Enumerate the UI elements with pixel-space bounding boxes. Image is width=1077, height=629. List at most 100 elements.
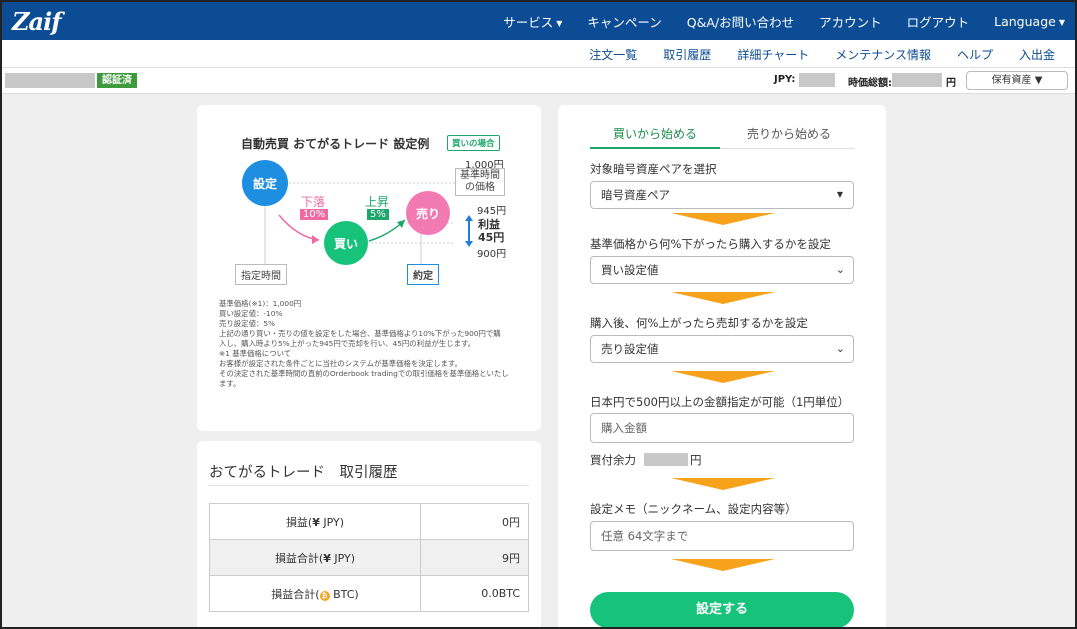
nav-logout[interactable]: ログアウト <box>907 12 970 31</box>
row-value: 9円 <box>420 539 529 576</box>
history-card: おてがるトレード 取引履歴 損益(¥ JPY) 0円 損益合計(¥ JPY) 9… <box>197 441 541 627</box>
base-time-price-box: 基準時間 の価格 <box>455 168 505 196</box>
available-funds-redacted <box>644 453 688 466</box>
pair-label: 対象暗号資産ペアを選択 <box>590 162 717 176</box>
nav-services[interactable]: サービス ▼ <box>503 12 562 31</box>
rise-arrowhead <box>397 220 405 228</box>
caret-down-icon: ▼ <box>1058 17 1065 27</box>
strategy-diagram: 自動売買 おてがるトレード 設定例 買いの場合 設定 買い 売り 下落 10% <box>197 105 541 431</box>
step-arrow-icon <box>671 292 775 304</box>
label-post: JPY) <box>319 515 345 529</box>
step-arrow-icon <box>671 559 775 571</box>
history-divider <box>209 485 529 486</box>
table-row: 損益合計(₿ BTC) 0.0BTC <box>209 575 529 612</box>
label-pre: 損益合計( <box>274 551 324 565</box>
pair-select[interactable]: 暗号資産ペア ▼ <box>590 181 854 209</box>
buy-setting-value: 買い設定値 <box>601 263 659 277</box>
amount-label: 日本円で500円以上の金額指定が可能（1円単位） <box>590 395 850 409</box>
profit-arrow-up <box>465 215 473 221</box>
label-post: BTC) <box>329 587 359 601</box>
step-arrow-icon <box>671 371 775 383</box>
label-pre: 損益合計( <box>271 587 320 601</box>
verified-badge: 認証済 <box>97 73 137 88</box>
base-time-price-line1: 基準時間 <box>460 170 500 181</box>
step-arrow-icon <box>671 213 775 225</box>
amount-input[interactable]: 購入金額 <box>590 413 854 443</box>
rise-label: 上昇 <box>365 195 390 209</box>
note-line: ※1 基準価格について <box>219 349 292 358</box>
drop-label: 下落 <box>301 195 326 209</box>
available-funds-unit: 円 <box>690 453 702 467</box>
browser-frame: Zaif サービス ▼ キャンペーン Q&A/お問い合わせ アカウント ログアウト… <box>0 0 1077 629</box>
total-value-redacted <box>892 73 942 87</box>
profit-value: 45円 <box>478 231 505 244</box>
chevron-down-icon: ⌄ <box>835 263 845 276</box>
caret-down-icon: ▼ <box>836 190 843 199</box>
set-circle: 設定 <box>242 160 288 206</box>
subnav-items: 注文一覧 取引履歴 詳細チャート メンテナンス情報 ヘルプ 入出金 <box>563 40 1055 68</box>
table-row: 損益合計(¥ JPY) 9円 <box>209 539 529 576</box>
yen-icon: ¥ <box>312 515 320 529</box>
subnav-deposit[interactable]: 入出金 <box>1019 46 1055 63</box>
row-value: 0円 <box>420 503 529 540</box>
submit-button[interactable]: 設定する <box>590 592 854 627</box>
note-line: ます。 <box>219 379 241 388</box>
buy-circle: 買い <box>324 221 368 265</box>
note-line: 買い設定値：-10% <box>219 309 283 318</box>
available-funds: 買付余力 円 <box>590 452 702 468</box>
rise-percent: 5% <box>367 209 389 220</box>
specified-time-box: 指定時間 <box>235 264 287 285</box>
pair-select-value: 暗号資産ペア <box>601 188 670 202</box>
step-arrow-icon <box>671 478 775 490</box>
account-bar: 認証済 JPY: 時価総額: 円 保有資産 ▼ <box>2 68 1075 94</box>
note-line: 売り設定値：5% <box>219 319 276 328</box>
memo-input[interactable]: 任意 64文字まで <box>590 521 854 551</box>
jpy-balance-redacted <box>799 73 835 87</box>
price-945: 945円 <box>477 206 507 217</box>
sell-setting-select[interactable]: 売り設定値 ⌄ <box>590 335 854 363</box>
note-line: 上記の通り買い・売りの値を設定をした場合、基準価格より10%下がった900円で購 <box>219 329 501 338</box>
note-line: 基準価格(※1)：1,000円 <box>219 299 302 308</box>
subnav-help[interactable]: ヘルプ <box>957 46 993 63</box>
nav-language[interactable]: Language ▼ <box>994 14 1065 29</box>
row-label: 損益(¥ JPY) <box>209 503 421 540</box>
history-title: おてがるトレード 取引履歴 <box>209 465 398 481</box>
table-row: 損益(¥ JPY) 0円 <box>209 503 529 540</box>
buy-setting-select[interactable]: 買い設定値 ⌄ <box>590 256 854 284</box>
nav-services-label: サービス <box>503 14 554 30</box>
username-redacted <box>5 73 95 88</box>
zaif-logo[interactable]: Zaif <box>12 7 62 36</box>
sell-circle: 売り <box>406 191 450 235</box>
nav-items: サービス ▼ キャンペーン Q&A/お問い合わせ アカウント ログアウト Lang… <box>478 2 1065 40</box>
subnav-maintenance[interactable]: メンテナンス情報 <box>835 46 931 63</box>
drop-arrowhead <box>312 235 319 244</box>
row-value: 0.0BTC <box>420 575 529 612</box>
price-900: 900円 <box>477 249 507 260</box>
total-value-label: 時価総額: <box>848 78 892 89</box>
note-line: お客様が設定された条件ごとに当社のシステムが基準価格を決定します。 <box>219 359 462 368</box>
sell-setting-label: 購入後、何%上がったら売却するかを設定 <box>590 316 808 330</box>
chevron-down-icon: ⌄ <box>835 342 845 355</box>
tab-sell-first[interactable]: 売りから始める <box>724 125 854 142</box>
base-time-price-line2: の価格 <box>465 182 495 193</box>
bitcoin-icon: ₿ <box>319 590 330 601</box>
contract-box: 約定 <box>407 264 439 285</box>
order-form-card: 買いから始める 売りから始める 対象暗号資産ペアを選択 暗号資産ペア ▼ 基準価… <box>558 105 886 627</box>
assets-dropdown-button[interactable]: 保有資産 ▼ <box>966 71 1068 90</box>
nav-account[interactable]: アカウント <box>819 12 882 31</box>
nav-qa[interactable]: Q&A/お問い合わせ <box>687 12 794 31</box>
note-line: 入し、購入時より5%上がった945円で売却を行い、45円の利益が生じます。 <box>219 339 476 348</box>
nav-campaign[interactable]: キャンペーン <box>587 12 661 31</box>
buy-setting-label: 基準価格から何%下がったら購入するかを設定 <box>590 237 831 251</box>
note-line: その決定された基準時間の直前のOrderbook tradingでの取引価格を基… <box>219 369 509 378</box>
row-label: 損益合計(₿ BTC) <box>209 575 421 612</box>
nav-language-label: Language <box>994 13 1056 29</box>
subnav-orders[interactable]: 注文一覧 <box>589 46 637 63</box>
tab-buy-first[interactable]: 買いから始める <box>590 125 720 149</box>
subnav-trade-history[interactable]: 取引履歴 <box>663 46 711 63</box>
row-label: 損益合計(¥ JPY) <box>209 539 421 576</box>
subnav-detail-chart[interactable]: 詳細チャート <box>737 46 809 63</box>
sell-setting-value: 売り設定値 <box>601 342 659 356</box>
sub-navbar: 注文一覧 取引履歴 詳細チャート メンテナンス情報 ヘルプ 入出金 <box>2 40 1075 68</box>
caret-down-icon: ▼ <box>556 18 563 28</box>
